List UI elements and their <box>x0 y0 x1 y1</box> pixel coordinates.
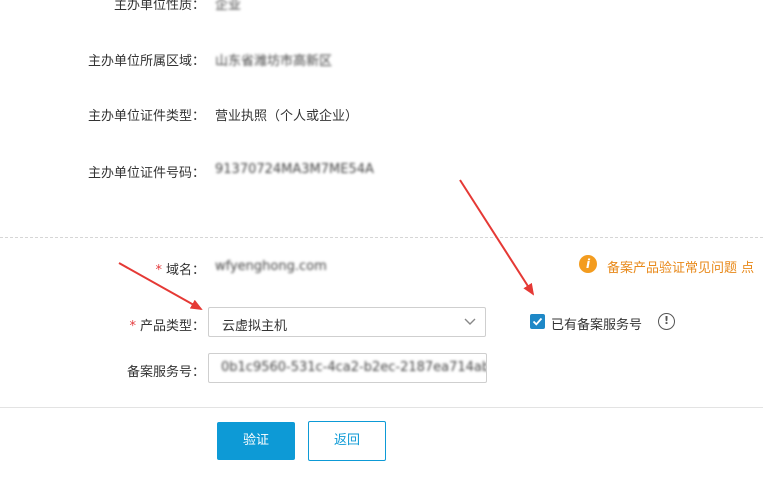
org-cert-type-label: 主办单位证件类型： <box>87 109 205 124</box>
domain-label: * 域名： <box>0 259 205 278</box>
faq-link[interactable]: 备案产品验证常见问题 点 <box>607 257 754 276</box>
service-number-input[interactable]: 0b1c9560-531c-4ca2-b2ec-2187ea714ab <box>208 353 487 383</box>
product-type-label: * 产品类型： <box>0 315 205 334</box>
org-cert-type-value: 营业执照（个人或企业） <box>215 109 359 124</box>
back-button[interactable]: 返回 <box>308 421 386 461</box>
has-service-number-label[interactable]: 已有备案服务号 <box>551 314 642 333</box>
product-type-selected-value: 云虚拟主机 <box>222 319 288 334</box>
faq-link-text[interactable]: 备案产品验证常见问题 <box>607 261 737 276</box>
checkmark-icon <box>532 317 543 326</box>
required-mark: * <box>129 319 136 334</box>
footer-divider <box>0 407 763 408</box>
service-number-label: 备案服务号： <box>126 365 205 380</box>
org-cert-number-value: 91370724MA3M7ME54A <box>215 162 374 177</box>
icp-filing-page: 主办单位性质： 企业 主办单位所属区域： 山东省潍坊市高新区 主办单位证件类型：… <box>0 0 763 483</box>
org-nature-value: 企业 <box>215 0 242 13</box>
faq-link-suffix[interactable]: 点 <box>741 261 754 276</box>
org-region-value: 山东省潍坊市高新区 <box>215 54 333 69</box>
chevron-down-icon <box>464 318 476 325</box>
domain-label-text: 域名： <box>165 263 205 278</box>
section-divider <box>0 237 763 238</box>
org-cert-number-label: 主办单位证件号码： <box>87 166 205 181</box>
product-type-select[interactable]: 云虚拟主机 <box>208 307 486 337</box>
exclamation-circle-icon[interactable]: ! <box>658 313 675 330</box>
org-region-label: 主办单位所属区域： <box>87 54 205 69</box>
service-number-value: 0b1c9560-531c-4ca2-b2ec-2187ea714ab <box>221 360 487 375</box>
annotation-arrows <box>118 179 535 310</box>
info-circle-icon: i <box>579 255 597 273</box>
required-mark: * <box>155 263 162 278</box>
domain-value: wfyenghong.com <box>215 259 327 274</box>
verify-button[interactable]: 验证 <box>217 422 295 460</box>
product-type-label-text: 产品类型： <box>139 319 205 334</box>
has-service-number-checkbox[interactable] <box>530 314 545 329</box>
org-nature-label: 主办单位性质： <box>113 0 205 13</box>
